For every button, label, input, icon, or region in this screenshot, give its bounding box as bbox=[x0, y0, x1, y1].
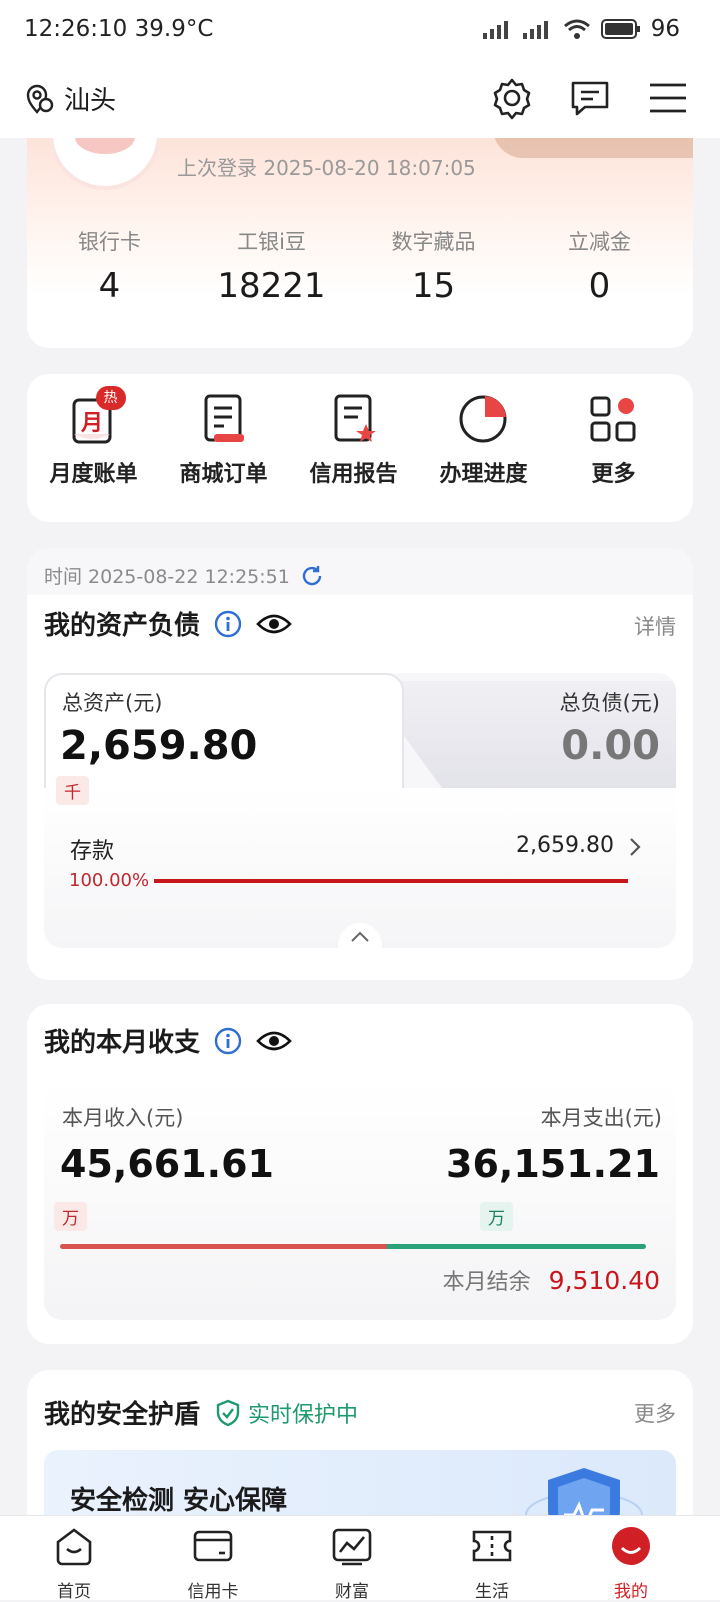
credit-report-icon bbox=[326, 390, 382, 446]
total-debt-label: 总负债(元) bbox=[559, 691, 660, 715]
profile-decoration bbox=[493, 138, 693, 158]
wifi-icon bbox=[563, 19, 590, 39]
last-login-time: 上次登录 2025-08-20 18:07:05 bbox=[177, 156, 476, 180]
progress-pie-icon bbox=[456, 390, 512, 446]
monthly-card: 我的本月收支 本月收入(元) 本月支出(元) 45,661.61 36,151.… bbox=[27, 1004, 693, 1344]
security-title: 我的安全护盾 bbox=[44, 1400, 201, 1430]
home-icon bbox=[56, 1528, 92, 1566]
eye-icon[interactable] bbox=[256, 1027, 292, 1055]
security-more-link[interactable]: 更多 bbox=[634, 1398, 676, 1428]
wealth-chart-icon bbox=[332, 1528, 372, 1566]
total-assets-value: 2,659.80 bbox=[60, 723, 258, 769]
signal-icon bbox=[482, 21, 508, 39]
location-label: 汕头 bbox=[64, 86, 117, 116]
nav-wealth[interactable]: 财富 bbox=[280, 1524, 424, 1602]
credit-card-icon bbox=[193, 1530, 233, 1562]
location-selector[interactable]: 汕头 bbox=[24, 80, 116, 117]
assets-unit-badge: 千 bbox=[56, 776, 89, 805]
total-debt-value: 0.00 bbox=[561, 723, 660, 769]
status-time: 12:26:10 39.9°C bbox=[24, 16, 214, 42]
nav-mine[interactable]: 我的 bbox=[559, 1524, 703, 1602]
expense-label: 本月支出(元) bbox=[540, 1106, 662, 1130]
quick-credit-report[interactable]: 信用报告 bbox=[287, 390, 420, 488]
balance-value: 9,510.40 bbox=[548, 1266, 660, 1295]
security-banner-text: 安全检测 安心保障 bbox=[70, 1486, 288, 1516]
monthly-bill-icon: 月 热 bbox=[66, 386, 126, 446]
status-temperature: 39.9°C bbox=[134, 16, 214, 42]
svg-text:月: 月 bbox=[79, 411, 102, 436]
expense-bar-fill bbox=[386, 1244, 646, 1249]
chevron-up-icon bbox=[351, 931, 369, 942]
chevron-right-icon bbox=[630, 838, 641, 856]
assets-detail-link[interactable]: 详情 bbox=[634, 611, 676, 641]
security-status: 实时保护中 bbox=[248, 1402, 359, 1428]
info-icon[interactable] bbox=[214, 610, 242, 638]
income-bar-fill bbox=[60, 1244, 387, 1249]
quick-more[interactable]: 更多 bbox=[547, 390, 680, 488]
status-right: 96 bbox=[482, 16, 680, 42]
stat-collectibles[interactable]: 数字藏品 15 bbox=[351, 226, 516, 306]
expense-unit-badge: 万 bbox=[480, 1202, 513, 1231]
signal-icon-2 bbox=[522, 21, 548, 39]
quick-mall-orders[interactable]: 商城订单 bbox=[157, 390, 290, 488]
settings-gear-icon[interactable] bbox=[490, 76, 534, 120]
nav-life[interactable]: 生活 bbox=[420, 1524, 564, 1602]
deposit-percent: 100.00% bbox=[69, 870, 150, 891]
more-grid-icon bbox=[586, 390, 642, 446]
total-assets-label: 总资产(元) bbox=[62, 691, 163, 715]
profile-card: 上次登录 2025-08-20 18:07:05 银行卡 4 工银i豆 1822… bbox=[27, 138, 693, 348]
refresh-icon[interactable] bbox=[300, 564, 324, 588]
bottom-nav: 首页 信用卡 财富 生活 我的 bbox=[0, 1515, 720, 1602]
stat-beans[interactable]: 工银i豆 18221 bbox=[189, 226, 354, 306]
assets-card: 我的资产负债 详情 总资产(元) 2,659.80 总负债(元) 0.00 千 … bbox=[27, 595, 693, 980]
hot-badge: 热 bbox=[95, 386, 126, 410]
nav-credit-card[interactable]: 信用卡 bbox=[141, 1524, 285, 1602]
menu-icon[interactable] bbox=[646, 76, 690, 120]
eye-icon[interactable] bbox=[256, 610, 292, 638]
refresh-time-row: 时间 2025-08-22 12:25:51 bbox=[27, 548, 693, 596]
info-icon[interactable] bbox=[214, 1027, 242, 1055]
top-header: 汕头 bbox=[0, 62, 720, 138]
profile-smile-icon bbox=[612, 1527, 650, 1565]
assets-panel: 总资产(元) 2,659.80 总负债(元) 0.00 千 存款 2,659.8… bbox=[44, 673, 676, 948]
stat-discount[interactable]: 立减金 0 bbox=[517, 226, 682, 306]
status-bar: 12:26:10 39.9°C 96 bbox=[0, 0, 720, 62]
monthly-panel[interactable]: 本月收入(元) 本月支出(元) 45,661.61 36,151.21 万 万 … bbox=[44, 1082, 676, 1320]
nav-home[interactable]: 首页 bbox=[2, 1524, 146, 1602]
income-value: 45,661.61 bbox=[60, 1142, 274, 1186]
security-card: 我的安全护盾 实时保护中 更多 安全检测 安心保障 bbox=[27, 1370, 693, 1530]
assets-title: 我的资产负债 bbox=[44, 611, 201, 641]
deposit-bar-track bbox=[154, 879, 628, 883]
location-pin-icon bbox=[26, 84, 54, 114]
deposit-bar-fill bbox=[154, 879, 628, 883]
income-unit-badge: 万 bbox=[54, 1202, 87, 1231]
shield-check-icon bbox=[216, 1399, 240, 1426]
refresh-time: 时间 2025-08-22 12:25:51 bbox=[44, 566, 290, 588]
monthly-title: 我的本月收支 bbox=[44, 1028, 201, 1058]
battery-level: 96 bbox=[650, 16, 680, 42]
quick-monthly-bill[interactable]: 月 热 月度账单 bbox=[27, 386, 160, 488]
income-expense-bar bbox=[60, 1244, 646, 1249]
avatar[interactable] bbox=[49, 138, 161, 190]
quick-menu: 月 热 月度账单 商城订单 信用报告 办理进度 更多 bbox=[27, 374, 693, 522]
stat-bank-cards[interactable]: 银行卡 4 bbox=[27, 226, 192, 306]
mall-order-icon bbox=[196, 390, 252, 446]
balance-label: 本月结余 bbox=[442, 1270, 531, 1295]
message-icon[interactable] bbox=[568, 76, 612, 120]
deposit-label: 存款 bbox=[70, 839, 115, 864]
quick-progress[interactable]: 办理进度 bbox=[417, 390, 550, 488]
deposit-value: 2,659.80 bbox=[516, 833, 614, 858]
ticket-icon bbox=[472, 1530, 512, 1562]
battery-icon bbox=[600, 19, 640, 39]
income-label: 本月收入(元) bbox=[62, 1106, 184, 1130]
expense-value: 36,151.21 bbox=[446, 1142, 660, 1186]
